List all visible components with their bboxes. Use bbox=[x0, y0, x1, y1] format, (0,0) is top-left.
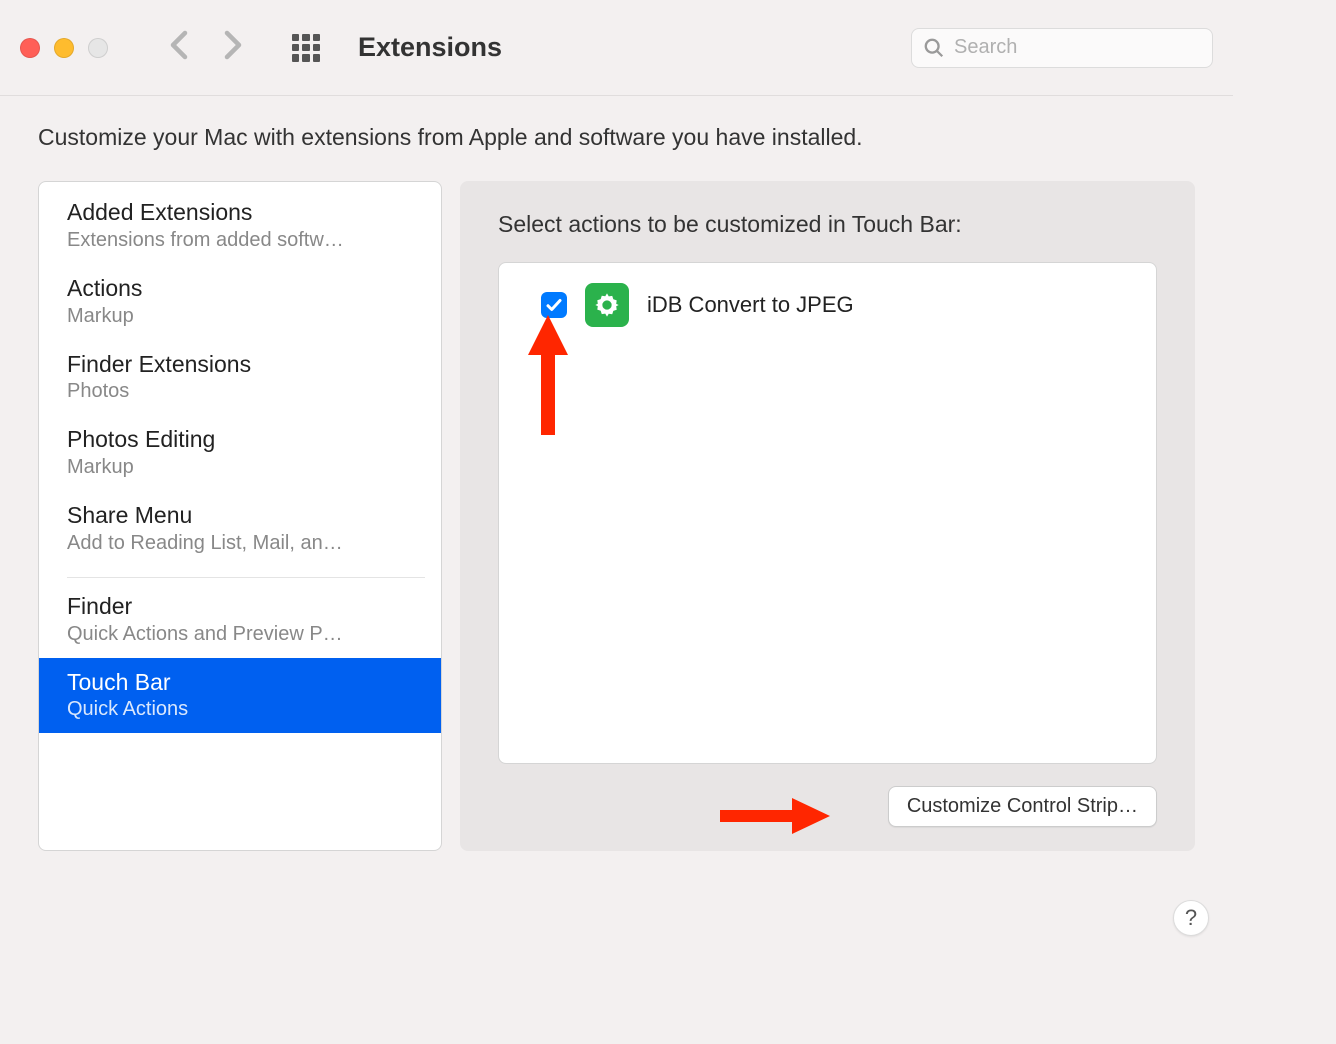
sidebar-item-subtitle: Add to Reading List, Mail, an… bbox=[67, 530, 413, 557]
action-row[interactable]: iDB Convert to JPEG bbox=[499, 273, 1156, 337]
nav-buttons bbox=[168, 30, 244, 65]
sidebar-item-title: Added Extensions bbox=[67, 198, 413, 227]
close-window-button[interactable] bbox=[20, 38, 40, 58]
content-area: Customize your Mac with extensions from … bbox=[0, 96, 1233, 881]
category-sidebar: Added ExtensionsExtensions from added so… bbox=[38, 181, 442, 851]
sidebar-item-finder-extensions[interactable]: Finder ExtensionsPhotos bbox=[39, 340, 441, 416]
sidebar-item-title: Finder bbox=[67, 592, 413, 621]
sidebar-item-share-menu[interactable]: Share MenuAdd to Reading List, Mail, an… bbox=[39, 491, 441, 567]
gear-icon bbox=[585, 283, 629, 327]
search-field-wrap bbox=[911, 28, 1213, 68]
sidebar-item-subtitle: Markup bbox=[67, 454, 413, 481]
sidebar-item-subtitle: Quick Actions bbox=[67, 696, 413, 723]
sidebar-item-added-extensions[interactable]: Added ExtensionsExtensions from added so… bbox=[39, 182, 441, 264]
forward-button[interactable] bbox=[222, 30, 244, 65]
window-title: Extensions bbox=[358, 32, 911, 63]
sidebar-separator bbox=[67, 577, 425, 578]
sidebar-item-title: Finder Extensions bbox=[67, 350, 413, 379]
toolbar: Extensions bbox=[0, 0, 1233, 96]
sidebar-item-actions[interactable]: ActionsMarkup bbox=[39, 264, 441, 340]
search-input[interactable] bbox=[911, 28, 1213, 68]
action-label: iDB Convert to JPEG bbox=[647, 292, 854, 318]
sidebar-item-finder[interactable]: FinderQuick Actions and Preview P… bbox=[39, 582, 441, 658]
search-icon bbox=[923, 37, 945, 59]
action-checkbox[interactable] bbox=[541, 292, 567, 318]
action-list: iDB Convert to JPEG bbox=[498, 262, 1157, 764]
intro-text: Customize your Mac with extensions from … bbox=[38, 124, 1195, 151]
sidebar-item-title: Photos Editing bbox=[67, 425, 413, 454]
check-icon bbox=[545, 296, 563, 314]
detail-panel: Select actions to be customized in Touch… bbox=[460, 181, 1195, 851]
sidebar-item-subtitle: Photos bbox=[67, 378, 413, 405]
sidebar-item-title: Actions bbox=[67, 274, 413, 303]
sidebar-item-subtitle: Quick Actions and Preview P… bbox=[67, 621, 413, 648]
panels: Added ExtensionsExtensions from added so… bbox=[38, 181, 1195, 851]
customize-control-strip-button[interactable]: Customize Control Strip… bbox=[888, 786, 1157, 827]
sidebar-item-subtitle: Markup bbox=[67, 303, 413, 330]
back-button[interactable] bbox=[168, 30, 190, 65]
detail-footer: Customize Control Strip… bbox=[498, 786, 1157, 827]
help-button[interactable]: ? bbox=[1173, 900, 1209, 936]
sidebar-item-touch-bar[interactable]: Touch BarQuick Actions bbox=[39, 658, 441, 734]
zoom-window-button[interactable] bbox=[88, 38, 108, 58]
window-controls bbox=[20, 38, 108, 58]
show-all-preferences-button[interactable] bbox=[292, 34, 320, 62]
detail-heading: Select actions to be customized in Touch… bbox=[498, 211, 1157, 238]
sidebar-item-photos-editing[interactable]: Photos EditingMarkup bbox=[39, 415, 441, 491]
minimize-window-button[interactable] bbox=[54, 38, 74, 58]
sidebar-item-title: Share Menu bbox=[67, 501, 413, 530]
sidebar-item-subtitle: Extensions from added softw… bbox=[67, 227, 413, 254]
sidebar-item-title: Touch Bar bbox=[67, 668, 413, 697]
gear-icon-svg bbox=[593, 291, 621, 319]
